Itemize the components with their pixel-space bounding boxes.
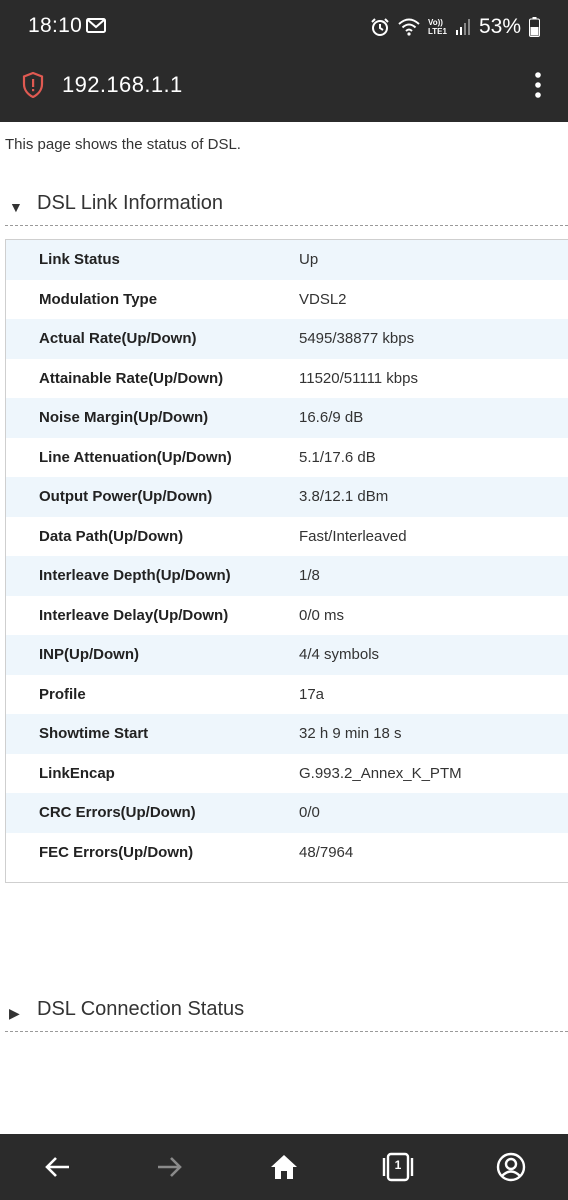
expand-triangle-icon: ▶: [9, 1005, 20, 1021]
row-value: Fast/Interleaved: [299, 527, 407, 545]
row-label: LinkEncap: [39, 764, 115, 782]
url-field[interactable]: 192.168.1.1: [62, 72, 183, 98]
row-value: G.993.2_Annex_K_PTM: [299, 764, 462, 782]
row-value: 0/0: [299, 804, 320, 822]
table-row: Data Path(Up/Down) Fast/Interleaved: [6, 516, 568, 556]
row-value: 0/0 ms: [299, 606, 345, 624]
row-label: Attainable Rate(Up/Down): [39, 369, 224, 387]
table-row: Actual Rate(Up/Down) 5495/38877 kbps: [6, 319, 568, 359]
section-title: DSL Connection Status: [37, 998, 245, 1020]
row-label: Line Attenuation(Up/Down): [39, 448, 232, 466]
network-type-label: Vo)) LTE1: [428, 18, 447, 36]
dsl-link-table: Link Status Up Modulation Type VDSL2 Actual …: [5, 239, 568, 883]
account-icon: [496, 1152, 526, 1182]
table-row: Interleave Depth(Up/Down) 1/8: [6, 556, 568, 596]
row-label: Interleave Delay(Up/Down): [39, 606, 229, 624]
back-button[interactable]: [38, 1148, 76, 1186]
row-label: Data Path(Up/Down): [39, 527, 184, 545]
table-row: CRC Errors(Up/Down) 0/0: [6, 793, 568, 833]
row-label: Noise Margin(Up/Down): [39, 409, 209, 427]
row-value: 32 h 9 min 18 s: [299, 725, 402, 743]
row-label: Modulation Type: [39, 290, 158, 308]
row-value: 17a: [299, 685, 325, 703]
row-value: 16.6/9 dB: [299, 409, 364, 427]
collapse-triangle-icon: ▼: [9, 199, 23, 215]
table-row: LinkEncap G.993.2_Annex_K_PTM: [6, 753, 568, 793]
table-row: Noise Margin(Up/Down) 16.6/9 dB: [6, 398, 568, 438]
row-label: Interleave Depth(Up/Down): [39, 567, 231, 585]
row-label: Output Power(Up/Down): [39, 488, 213, 506]
row-value: 1/8: [299, 567, 320, 585]
row-label: FEC Errors(Up/Down): [39, 843, 194, 861]
table-row: Link Status Up: [6, 240, 568, 280]
shield-warning-icon[interactable]: [22, 72, 44, 98]
table-row: Modulation Type VDSL2: [6, 279, 568, 319]
wifi-icon: [398, 18, 420, 36]
status-time: 18:10: [28, 14, 83, 37]
battery-icon: [529, 17, 540, 37]
tabs-button[interactable]: 1: [379, 1148, 417, 1186]
row-label: Profile: [39, 685, 86, 703]
row-label: Link Status: [39, 251, 120, 269]
alarm-icon: [371, 18, 389, 36]
browser-bottom-nav: 1: [0, 1134, 568, 1200]
tab-count: 1: [394, 1158, 402, 1172]
mail-icon: [86, 18, 106, 33]
web-page-content: This page shows the status of DSL. ▼ DSL…: [0, 122, 568, 1134]
section-header-dsl-connection-status[interactable]: ▶ DSL Connection Status: [5, 988, 568, 1032]
forward-button[interactable]: [151, 1148, 189, 1186]
account-button[interactable]: [492, 1148, 530, 1186]
forward-arrow-icon: [158, 1157, 182, 1177]
row-value: 5.1/17.6 dB: [299, 448, 376, 466]
browser-toolbar: 192.168.1.1: [0, 54, 568, 122]
row-label: CRC Errors(Up/Down): [39, 804, 196, 822]
home-icon: [271, 1155, 297, 1179]
row-value: 48/7964: [299, 843, 354, 861]
table-row: Interleave Delay(Up/Down) 0/0 ms: [6, 595, 568, 635]
table-row: Line Attenuation(Up/Down) 5.1/17.6 dB: [6, 437, 568, 477]
table-row: Attainable Rate(Up/Down) 11520/51111 kbps: [6, 358, 568, 398]
row-label: Actual Rate(Up/Down): [39, 330, 197, 348]
table-row: Showtime Start 32 h 9 min 18 s: [6, 714, 568, 754]
lte-label: LTE1: [428, 27, 447, 36]
table-row: FEC Errors(Up/Down) 48/7964: [6, 832, 568, 872]
home-button[interactable]: [265, 1148, 303, 1186]
row-value: 11520/51111 kbps: [299, 369, 418, 387]
row-value: 3.8/12.1 dBm: [299, 488, 389, 506]
row-label: INP(Up/Down): [39, 646, 139, 664]
volte-label: Vo)): [428, 18, 443, 27]
table-row: Output Power(Up/Down) 3.8/12.1 dBm: [6, 477, 568, 517]
page-description: This page shows the status of DSL.: [5, 136, 241, 153]
row-value: VDSL2: [299, 290, 347, 308]
section-title: DSL Link Information: [37, 192, 224, 214]
section-header-dsl-link-information[interactable]: ▼ DSL Link Information: [5, 182, 568, 226]
status-icons: Vo)) LTE1 53%: [370, 12, 540, 42]
row-value: 4/4 symbols: [299, 646, 380, 664]
table-row: Profile 17a: [6, 674, 568, 714]
signal-icon: [455, 19, 470, 35]
status-bar: 18:10 Vo)) LTE1 53%: [0, 0, 568, 54]
back-arrow-icon: [45, 1157, 69, 1177]
row-label: Showtime Start: [39, 725, 149, 743]
battery-percent: 53%: [478, 15, 521, 38]
row-value: Up: [299, 251, 319, 269]
overflow-menu-icon[interactable]: [534, 71, 542, 99]
table-bottom-padding: [6, 872, 568, 882]
table-row: INP(Up/Down) 4/4 symbols: [6, 635, 568, 675]
row-value: 5495/38877 kbps: [299, 330, 415, 348]
